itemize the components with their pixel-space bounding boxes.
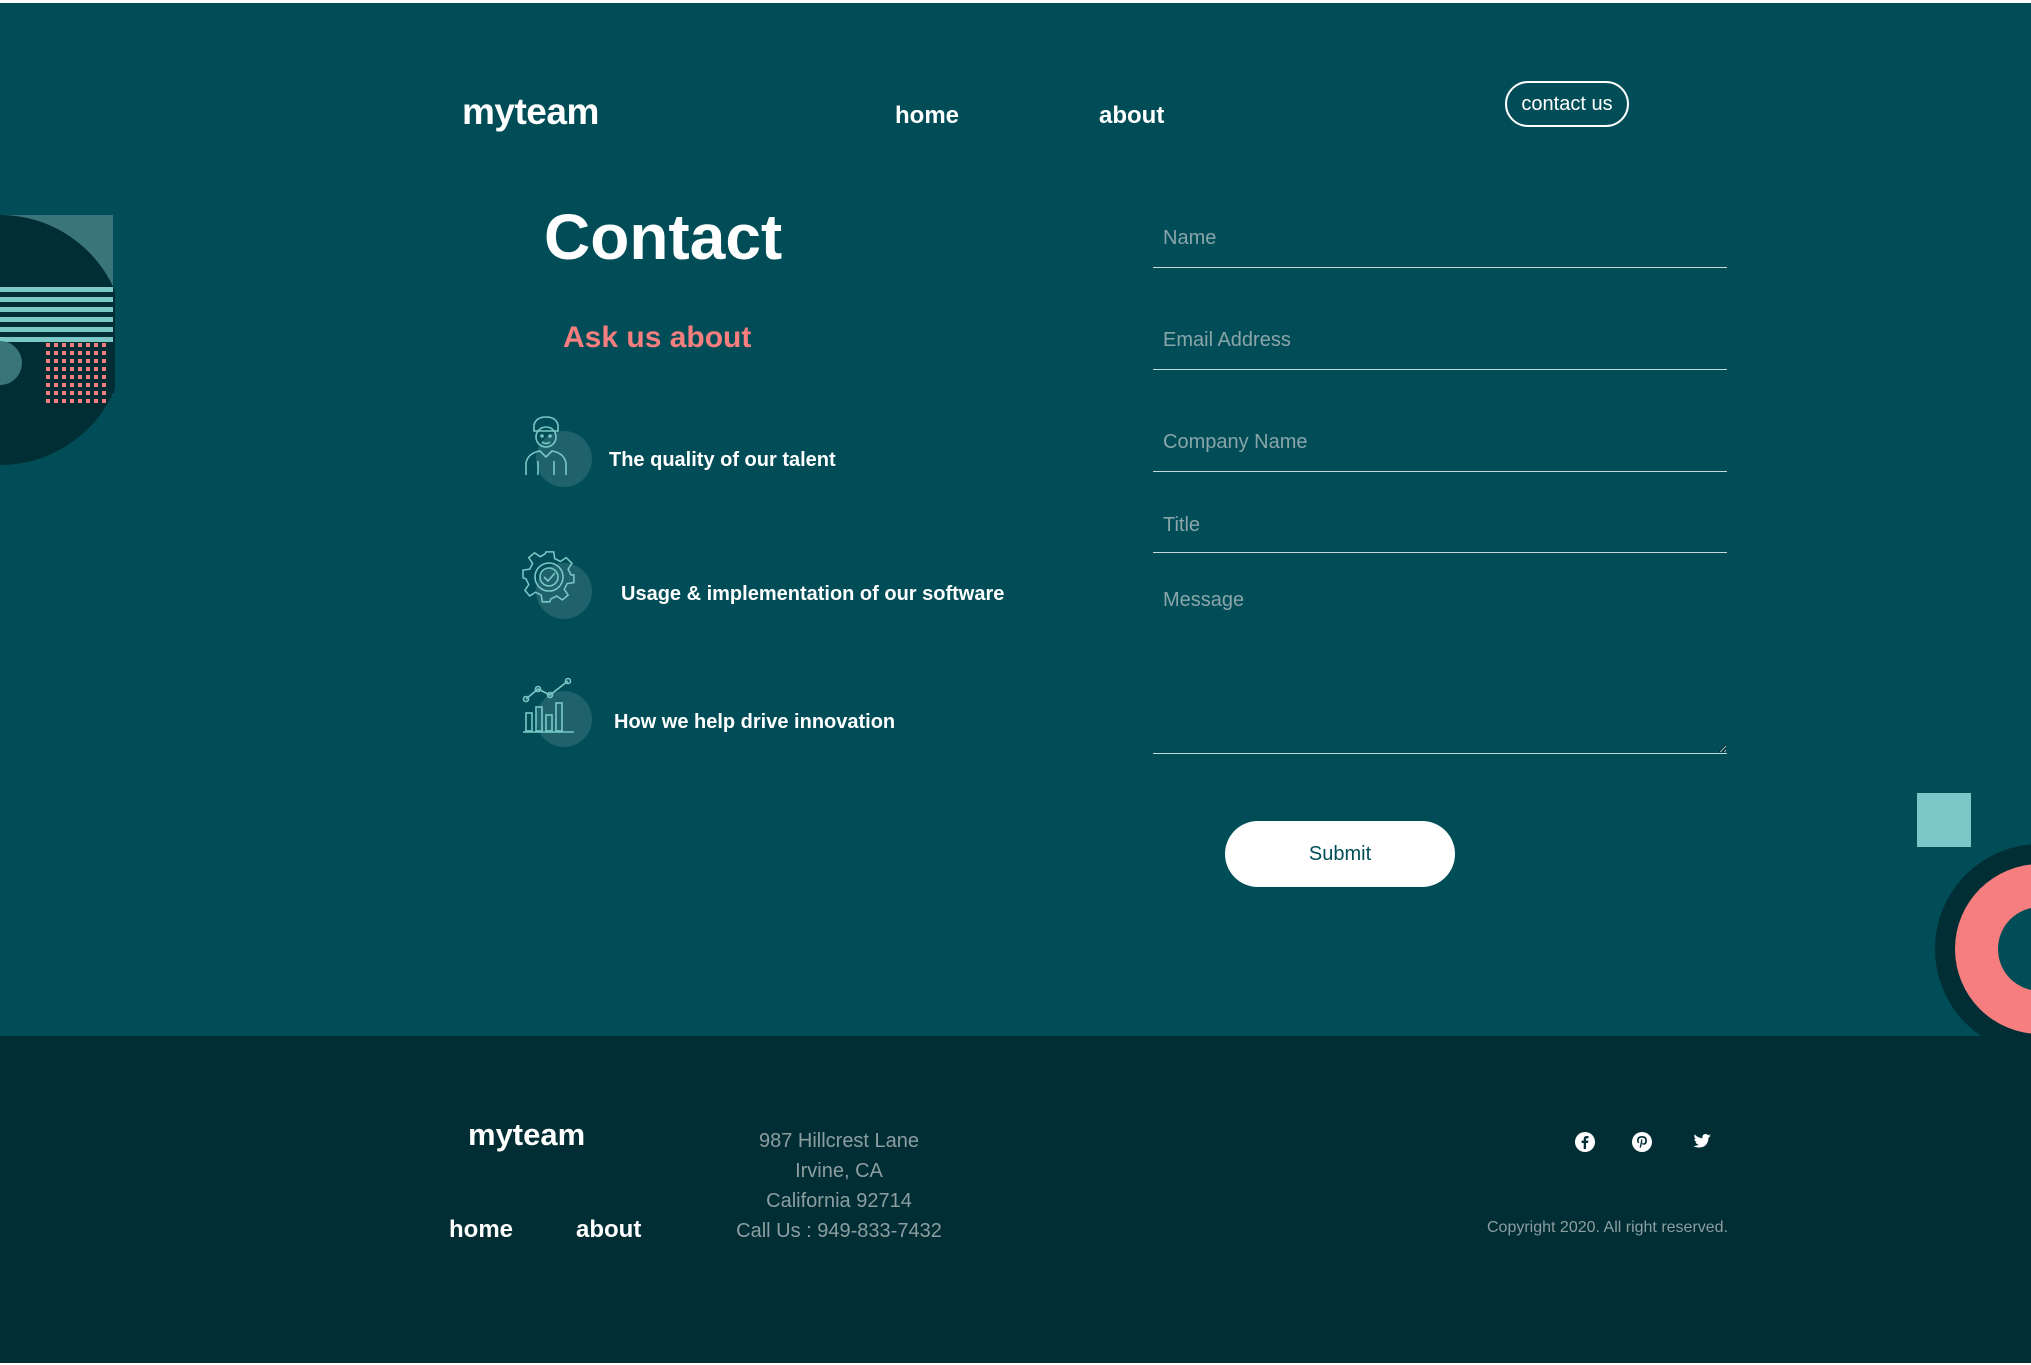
twitter-icon[interactable] (1690, 1132, 1711, 1152)
person-icon (525, 416, 567, 475)
footer-address: 987 Hillcrest Lane Irvine, CA California… (709, 1126, 969, 1246)
ask-us-heading: Ask us about (563, 321, 752, 354)
phone-line: Call Us : 949-833-7432 (736, 1220, 942, 1242)
submit-button[interactable]: Submit (1225, 821, 1455, 887)
gear-check-icon (522, 551, 575, 603)
pinterest-icon[interactable] (1632, 1132, 1652, 1152)
nav-home[interactable]: home (895, 102, 959, 130)
decorative-pattern-left (0, 215, 115, 465)
contact-us-button[interactable]: contact us (1505, 81, 1629, 127)
chart-growth-icon (522, 677, 574, 733)
footer-nav-about[interactable]: about (576, 1216, 641, 1244)
footer-nav-home[interactable]: home (449, 1216, 513, 1244)
topic-innovation: How we help drive innovation (614, 711, 896, 733)
title-field[interactable] (1153, 498, 1727, 553)
logo[interactable]: myteam (462, 91, 599, 133)
nav-about[interactable]: about (1099, 102, 1164, 130)
address-line: Irvine, CA (795, 1160, 883, 1182)
main-section: myteam home about contact us Contact Ask… (0, 3, 2031, 1036)
topic-talent: The quality of our talent (609, 449, 836, 471)
address-line: California 92714 (766, 1190, 912, 1212)
page-title: Contact (544, 201, 783, 273)
footer-logo[interactable]: myteam (468, 1117, 585, 1153)
copyright-text: Copyright 2020. All right reserved. (1487, 1219, 1729, 1236)
email-field[interactable] (1153, 312, 1727, 370)
name-field[interactable] (1153, 210, 1727, 268)
footer: myteam home about 987 Hillcrest Lane Irv… (0, 1036, 2031, 1363)
topic-software: Usage & implementation of our software (621, 583, 1005, 605)
message-field[interactable] (1153, 581, 1727, 754)
company-field[interactable] (1153, 414, 1727, 472)
facebook-icon[interactable] (1575, 1132, 1595, 1152)
decorative-pattern-right (1917, 793, 2031, 1036)
address-line: 987 Hillcrest Lane (758, 1130, 920, 1152)
